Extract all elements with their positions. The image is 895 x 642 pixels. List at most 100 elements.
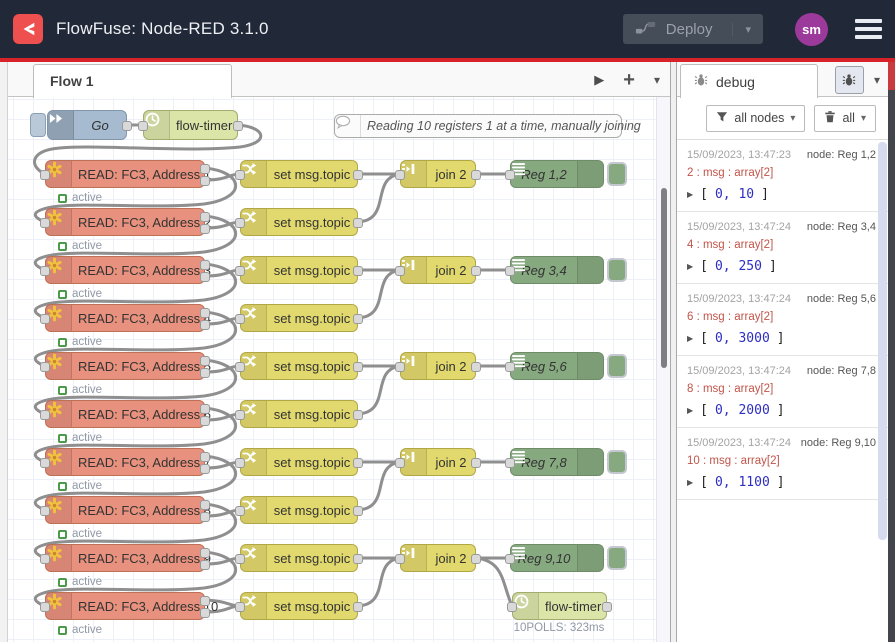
inject-button[interactable] bbox=[30, 113, 46, 137]
port[interactable] bbox=[471, 362, 481, 372]
port[interactable] bbox=[40, 554, 50, 564]
port[interactable] bbox=[200, 596, 210, 606]
comment-node[interactable]: Reading 10 registers 1 at a time, manual… bbox=[334, 114, 622, 138]
port[interactable] bbox=[200, 560, 210, 570]
port[interactable] bbox=[602, 602, 612, 612]
flow-canvas[interactable]: Go flow-timer Reading 10 registers 1 at a … bbox=[8, 97, 670, 642]
port[interactable] bbox=[40, 506, 50, 516]
port[interactable] bbox=[505, 554, 515, 564]
debug-node[interactable]: Reg 7,8 bbox=[510, 448, 604, 476]
port[interactable] bbox=[505, 458, 515, 468]
debug-message[interactable]: 15/09/2023, 13:47:24node: Reg 5,66 : msg… bbox=[677, 284, 888, 356]
port[interactable] bbox=[353, 458, 363, 468]
change-node[interactable]: set msg.topic bbox=[240, 592, 358, 620]
port[interactable] bbox=[200, 272, 210, 282]
port[interactable] bbox=[40, 218, 50, 228]
modbus-read-node[interactable]: READ: FC3, Address 6 bbox=[45, 400, 205, 428]
tab-flow-1[interactable]: Flow 1 bbox=[33, 64, 232, 98]
add-flow-button[interactable]: + bbox=[623, 70, 635, 90]
change-node[interactable]: set msg.topic bbox=[240, 160, 358, 188]
panel-divider[interactable] bbox=[670, 62, 677, 642]
port[interactable] bbox=[122, 121, 132, 131]
port[interactable] bbox=[353, 218, 363, 228]
port[interactable] bbox=[353, 602, 363, 612]
port[interactable] bbox=[200, 404, 210, 414]
port[interactable] bbox=[200, 356, 210, 366]
port[interactable] bbox=[353, 314, 363, 324]
port[interactable] bbox=[200, 164, 210, 174]
change-node[interactable]: set msg.topic bbox=[240, 352, 358, 380]
port[interactable] bbox=[235, 410, 245, 420]
port[interactable] bbox=[200, 368, 210, 378]
port[interactable] bbox=[395, 266, 405, 276]
change-node[interactable]: set msg.topic bbox=[240, 304, 358, 332]
change-node[interactable]: set msg.topic bbox=[240, 496, 358, 524]
port[interactable] bbox=[200, 512, 210, 522]
change-node[interactable]: set msg.topic bbox=[240, 448, 358, 476]
port[interactable] bbox=[200, 320, 210, 330]
inject-node-go[interactable]: Go bbox=[47, 110, 127, 140]
port[interactable] bbox=[353, 362, 363, 372]
flow-timer-node-bottom[interactable]: flow-timer bbox=[512, 592, 607, 620]
port[interactable] bbox=[233, 121, 243, 131]
port[interactable] bbox=[235, 458, 245, 468]
debug-message[interactable]: 15/09/2023, 13:47:24node: Reg 3,44 : msg… bbox=[677, 212, 888, 284]
port[interactable] bbox=[200, 224, 210, 234]
debug-toggle-button[interactable] bbox=[607, 450, 627, 474]
port[interactable] bbox=[505, 266, 515, 276]
port[interactable] bbox=[471, 554, 481, 564]
join-node[interactable]: join 2 bbox=[400, 256, 476, 284]
tab-debug[interactable]: debug bbox=[680, 64, 818, 98]
sidebar-options-chevron-icon[interactable]: ▾ bbox=[874, 73, 880, 87]
port[interactable] bbox=[353, 554, 363, 564]
port[interactable] bbox=[40, 362, 50, 372]
port[interactable] bbox=[200, 416, 210, 426]
port[interactable] bbox=[200, 308, 210, 318]
debug-message[interactable]: 15/09/2023, 13:47:23node: Reg 1,22 : msg… bbox=[677, 140, 888, 212]
port[interactable] bbox=[235, 266, 245, 276]
modbus-read-node[interactable]: READ: FC3, Address 9 bbox=[45, 544, 205, 572]
debug-node[interactable]: Reg 3,4 bbox=[510, 256, 604, 284]
port[interactable] bbox=[235, 506, 245, 516]
expand-caret-icon[interactable]: ▶ bbox=[687, 190, 693, 199]
modbus-read-node[interactable]: READ: FC3, Address 2 bbox=[45, 208, 205, 236]
port[interactable] bbox=[471, 266, 481, 276]
port[interactable] bbox=[200, 548, 210, 558]
modbus-read-node[interactable]: READ: FC3, Address 5 bbox=[45, 352, 205, 380]
change-node[interactable]: set msg.topic bbox=[240, 400, 358, 428]
port[interactable] bbox=[471, 170, 481, 180]
filter-nodes-button[interactable]: all nodes ▾ bbox=[706, 105, 805, 132]
expand-caret-icon[interactable]: ▶ bbox=[687, 334, 693, 343]
user-avatar[interactable]: sm bbox=[795, 13, 828, 46]
port[interactable] bbox=[353, 170, 363, 180]
change-node[interactable]: set msg.topic bbox=[240, 256, 358, 284]
port[interactable] bbox=[200, 260, 210, 270]
play-icon[interactable]: ▶ bbox=[594, 73, 604, 86]
debug-node[interactable]: Reg 9,10 bbox=[510, 544, 604, 572]
join-node[interactable]: join 2 bbox=[400, 544, 476, 572]
debug-toggle-button[interactable] bbox=[607, 258, 627, 282]
modbus-read-node[interactable]: READ: FC3, Address 4 bbox=[45, 304, 205, 332]
port[interactable] bbox=[235, 554, 245, 564]
port[interactable] bbox=[200, 452, 210, 462]
debug-toggle-button[interactable] bbox=[607, 546, 627, 570]
port[interactable] bbox=[395, 554, 405, 564]
change-node[interactable]: set msg.topic bbox=[240, 208, 358, 236]
port[interactable] bbox=[235, 218, 245, 228]
port[interactable] bbox=[200, 212, 210, 222]
join-node[interactable]: join 2 bbox=[400, 160, 476, 188]
port[interactable] bbox=[505, 362, 515, 372]
deploy-options-chevron-icon[interactable]: ▾ bbox=[732, 23, 751, 36]
port[interactable] bbox=[235, 314, 245, 324]
modbus-read-node[interactable]: READ: FC3, Address 1 bbox=[45, 160, 205, 188]
port[interactable] bbox=[40, 314, 50, 324]
port[interactable] bbox=[40, 170, 50, 180]
port[interactable] bbox=[40, 458, 50, 468]
port[interactable] bbox=[353, 266, 363, 276]
debug-node[interactable]: Reg 5,6 bbox=[510, 352, 604, 380]
join-node[interactable]: join 2 bbox=[400, 352, 476, 380]
port[interactable] bbox=[395, 362, 405, 372]
expand-caret-icon[interactable]: ▶ bbox=[687, 478, 693, 487]
debug-message[interactable]: 15/09/2023, 13:47:24node: Reg 9,1010 : m… bbox=[677, 428, 888, 500]
port[interactable] bbox=[507, 602, 517, 612]
